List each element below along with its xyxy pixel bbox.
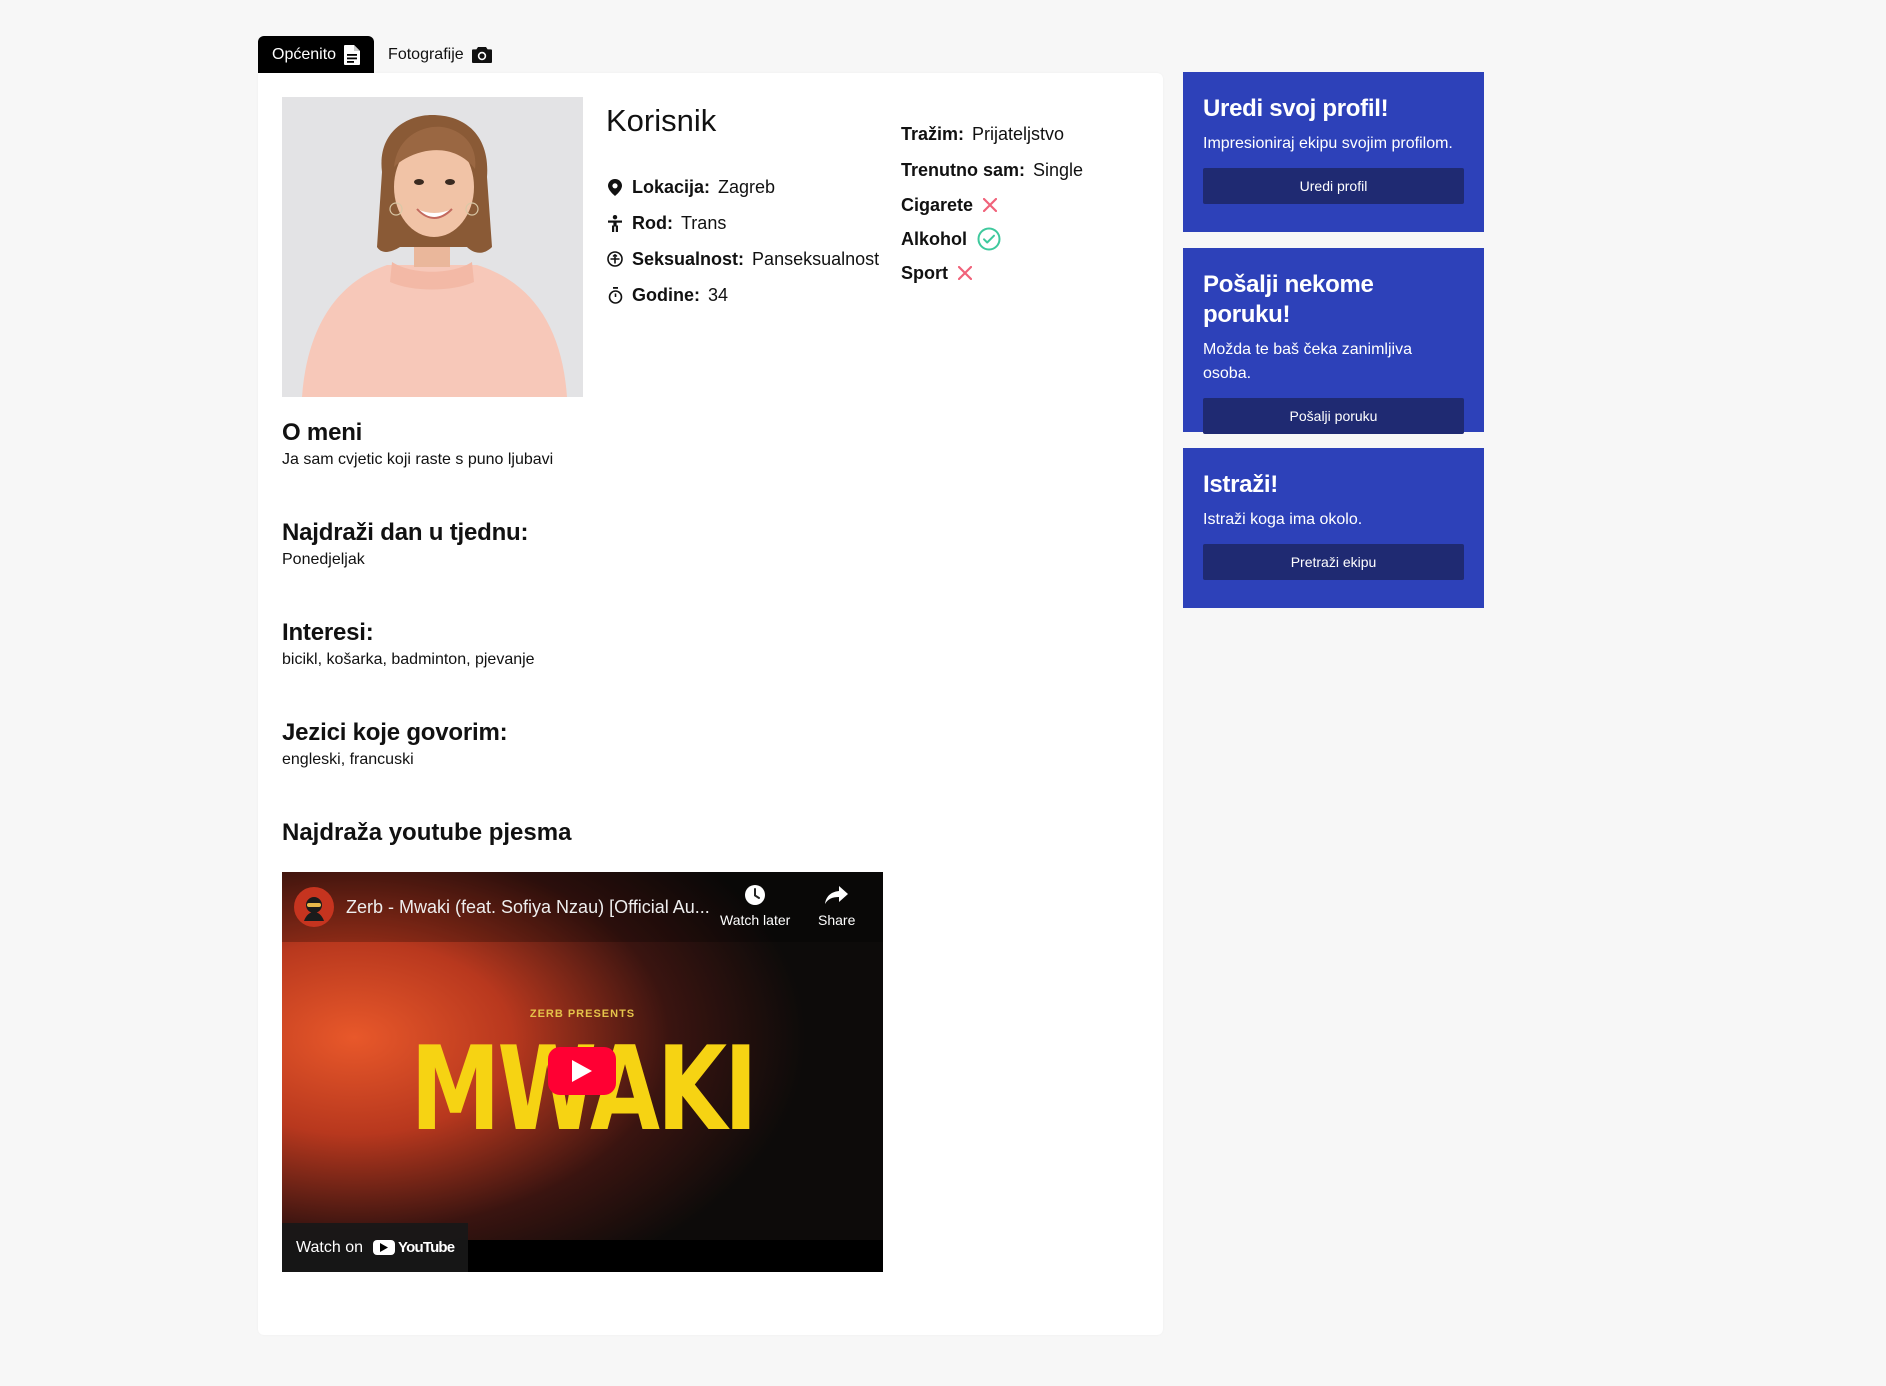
explore-text: Istraži koga ima okolo.: [1203, 511, 1363, 528]
tab-general[interactable]: Općenito: [258, 36, 375, 73]
watch-later-label: Watch later: [720, 912, 791, 928]
play-button[interactable]: [548, 1047, 616, 1095]
info-orientation-label: Seksualnost:: [632, 248, 745, 269]
section-favorite-day-text: Ponedjeljak: [282, 551, 365, 568]
info-location: Lokacija: Zagreb: [606, 169, 879, 205]
habit-sport: Sport: [901, 256, 1083, 290]
habit-alcohol: Alkohol: [901, 222, 1083, 256]
profile-info-list: Lokacija: Zagreb Rod: Trans Seksualnost:…: [606, 169, 879, 313]
info-location-value: Zagreb: [718, 176, 776, 197]
section-favorite-day-title: Najdraži dan u tjednu:: [282, 519, 529, 546]
explore-title: Istraži!: [1203, 471, 1278, 498]
section-interests: Interesi: bicikl, košarka, badminton, pj…: [282, 618, 882, 718]
document-icon: [344, 44, 361, 65]
share-button[interactable]: Share: [818, 884, 855, 928]
habit-cigarettes-label: Cigarete: [901, 194, 974, 215]
send-message-title: Pošalji nekome poruku!: [1203, 271, 1374, 328]
youtube-logo: YouTube: [373, 1239, 455, 1256]
info-gender: Rod: Trans: [606, 205, 879, 241]
watch-later-button[interactable]: Watch later: [720, 884, 790, 928]
pref-status-label: Trenutno sam:: [901, 159, 1026, 180]
send-message-box: Pošalji nekome poruku! Možda te baš čeka…: [1183, 248, 1484, 434]
video-top-bar: Zerb - Mwaki (feat. Sofiya Nzau) [Offici…: [282, 872, 883, 942]
info-age: Godine: 34: [606, 277, 879, 313]
profile-username: Korisnik: [606, 103, 717, 138]
cross-icon: [983, 198, 998, 212]
profile-card: Korisnik Lokacija: Zagreb Rod: Trans Sek…: [258, 73, 1163, 1335]
info-gender-value: Trans: [680, 212, 727, 233]
info-location-label: Lokacija:: [632, 176, 711, 197]
section-favorite-day: Najdraži dan u tjednu: Ponedjeljak: [282, 518, 882, 618]
youtube-embed[interactable]: Zerb - Mwaki (feat. Sofiya Nzau) [Offici…: [282, 872, 883, 1272]
section-languages-title: Jezici koje govorim:: [282, 719, 508, 746]
info-gender-label: Rod:: [632, 212, 673, 233]
section-interests-text: bicikl, košarka, badminton, pjevanje: [282, 651, 535, 668]
edit-profile-title: Uredi svoj profil!: [1203, 95, 1389, 122]
camera-icon: [471, 47, 492, 63]
info-age-value: 34: [708, 284, 729, 305]
section-languages: Jezici koje govorim: engleski, francuski: [282, 718, 882, 818]
send-message-button[interactable]: Pošalji poruku: [1203, 398, 1464, 434]
check-circle-icon: [977, 227, 1001, 251]
orientation-icon: [606, 250, 624, 268]
youtube-play-logo-icon: [373, 1240, 395, 1255]
play-icon: [572, 1060, 592, 1082]
edit-profile-text: Impresioniraj ekipu svojim profilom.: [1203, 135, 1453, 152]
info-orientation: Seksualnost: Panseksualnost: [606, 241, 879, 277]
habit-alcohol-label: Alkohol: [901, 228, 967, 249]
profile-sections: O meni Ja sam cvjetic koji raste s puno …: [282, 418, 882, 818]
section-about-me-text: Ja sam cvjetic koji raste s puno ljubavi: [282, 451, 554, 468]
pref-status: Trenutno sam: Single: [901, 152, 1083, 188]
info-age-label: Godine:: [632, 284, 700, 305]
cross-icon: [958, 266, 972, 280]
edit-profile-box: Uredi svoj profil! Impresioniraj ekipu s…: [1183, 72, 1484, 232]
clock-icon: [745, 885, 766, 905]
youtube-heading: Najdraža youtube pjesma: [282, 819, 572, 846]
watch-on-youtube-button[interactable]: Watch on YouTube: [282, 1223, 469, 1272]
watch-on-label: Watch on: [296, 1238, 363, 1256]
thumbnail-subtitle: ZERB PRESENTS: [529, 1008, 636, 1020]
profile-photo: [282, 97, 583, 397]
section-about-me-title: O meni: [282, 419, 363, 446]
share-icon: [824, 886, 848, 904]
video-title[interactable]: Zerb - Mwaki (feat. Sofiya Nzau) [Offici…: [346, 897, 716, 918]
pref-looking-for-label: Tražim:: [901, 123, 965, 144]
profile-preferences: Tražim: Prijateljstvo Trenutno sam: Sing…: [901, 116, 1083, 290]
person-icon: [606, 214, 624, 232]
habit-sport-label: Sport: [901, 262, 948, 283]
profile-tabs: Općenito Fotografije: [258, 36, 506, 73]
edit-profile-button[interactable]: Uredi profil: [1203, 168, 1464, 204]
section-about-me: O meni Ja sam cvjetic koji raste s puno …: [282, 418, 882, 518]
pref-looking-for: Tražim: Prijateljstvo: [901, 116, 1083, 152]
youtube-logo-text: YouTube: [398, 1239, 455, 1256]
tab-general-label: Općenito: [272, 45, 337, 63]
tab-photos-label: Fotografije: [388, 45, 464, 63]
explore-button[interactable]: Pretraži ekipu: [1203, 544, 1464, 580]
location-pin-icon: [606, 178, 624, 196]
send-message-text: Možda te baš čeka zanimljiva osoba.: [1203, 341, 1412, 382]
section-interests-title: Interesi:: [282, 619, 374, 646]
pref-status-value: Single: [1033, 159, 1084, 180]
pref-looking-for-value: Prijateljstvo: [972, 123, 1065, 144]
tab-photos[interactable]: Fotografije: [374, 36, 506, 73]
channel-avatar[interactable]: [294, 887, 334, 927]
info-orientation-value: Panseksualnost: [752, 248, 880, 269]
stopwatch-icon: [606, 286, 624, 304]
habit-cigarettes: Cigarete: [901, 188, 1083, 222]
explore-box: Istraži! Istraži koga ima okolo. Pretraž…: [1183, 448, 1484, 608]
section-languages-text: engleski, francuski: [282, 751, 414, 768]
share-label: Share: [818, 912, 856, 928]
